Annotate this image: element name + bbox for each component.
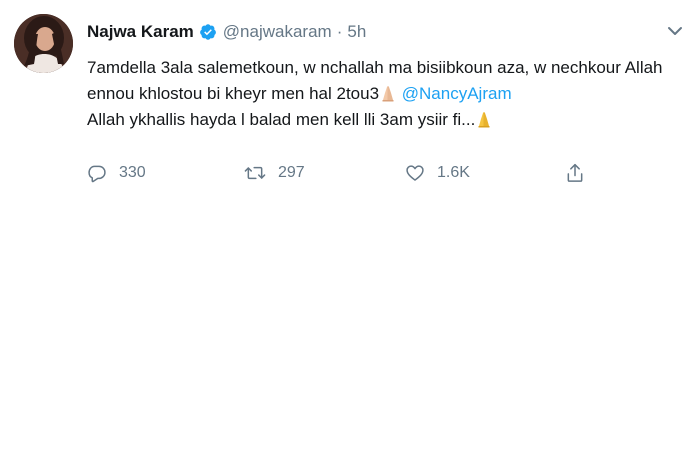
separator-dot: · [336,22,343,41]
retweet-button[interactable]: 297 [244,158,305,188]
folded-hands-emoji-icon [382,86,394,102]
share-button[interactable] [565,158,597,188]
tweet-text-line-3: Allah ykhallis hayda l balad men kell ll… [87,107,687,133]
tweet-text-segment: Allah ykhallis hayda l balad men kell ll… [87,110,476,129]
tweet-timestamp[interactable]: 5h [347,22,366,42]
verified-badge-icon [199,23,217,41]
tweet-text-line-2: ennou khlostou bi kheyr men hal 2tou3 @N… [87,81,687,107]
like-count: 1.6K [437,164,470,181]
avatar[interactable] [14,14,73,73]
tweet-card[interactable]: Najwa Karam @najwakaram · 5h 7amdella 3a… [0,0,700,200]
tweet-actions: 330 297 1.6K [87,158,607,188]
retweet-count: 297 [278,164,305,181]
author-name[interactable]: Najwa Karam [87,22,194,42]
reply-count: 330 [119,164,146,181]
mention-link[interactable]: @NancyAjram [402,84,512,103]
reply-button[interactable]: 330 [87,158,146,188]
chevron-down-icon[interactable] [666,24,684,38]
like-button[interactable]: 1.6K [405,158,470,188]
tweet-header: Najwa Karam @najwakaram · 5h [87,21,366,43]
folded-hands-emoji-icon [478,112,490,128]
heart-icon [406,165,424,181]
retweet-icon [244,166,266,180]
author-handle[interactable]: @najwakaram [223,22,332,42]
share-icon [567,163,583,182]
tweet-text-line-1: 7amdella 3ala salemetkoun, w nchallah ma… [87,58,663,77]
reply-icon [88,165,106,183]
avatar-image [14,14,73,73]
tweet-text: 7amdella 3ala salemetkoun, w nchallah ma… [87,55,687,133]
tweet-text-segment: ennou khlostou bi kheyr men hal 2tou3 [87,84,380,103]
